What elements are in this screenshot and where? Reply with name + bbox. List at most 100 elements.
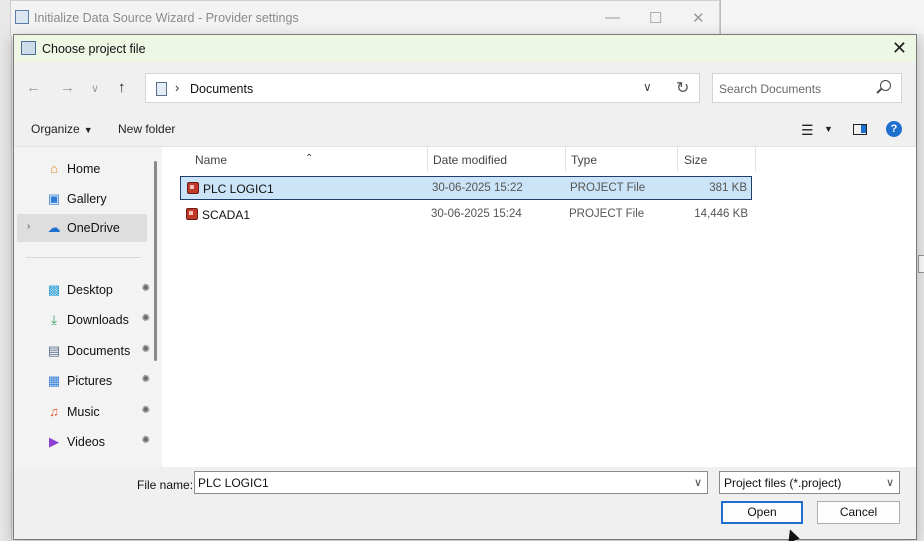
- file-name-label: File name:: [137, 478, 194, 492]
- sidebar-item-desktop[interactable]: ▩ Desktop ✺: [17, 276, 150, 304]
- column-header-name[interactable]: Name ⌃: [195, 147, 427, 172]
- refresh-icon[interactable]: ↻: [676, 78, 689, 98]
- file-name: PLC LOGIC1: [203, 182, 274, 196]
- expand-chevron-icon[interactable]: ›: [27, 221, 30, 232]
- file-type-filter-value: Project files (*.project): [724, 476, 842, 490]
- navigation-pane: ⌂ Home ▣ Gallery › ☁ OneDrive ▩ Desktop …: [14, 147, 162, 467]
- filter-dropdown-icon[interactable]: ∨: [886, 476, 894, 489]
- file-type: PROJECT File: [569, 208, 645, 220]
- pictures-icon: ▦: [47, 373, 61, 388]
- gallery-icon: ▣: [47, 191, 61, 206]
- column-divider[interactable]: [565, 147, 566, 172]
- project-file-icon: [187, 182, 199, 194]
- file-name-field[interactable]: [198, 475, 678, 491]
- sidebar-divider: [26, 257, 141, 258]
- up-arrow-icon[interactable]: ↑: [118, 79, 126, 96]
- sidebar-item-documents[interactable]: ▤ Documents ✺: [17, 337, 150, 365]
- background-window-control: [918, 255, 924, 273]
- onedrive-icon: ☁: [47, 220, 61, 235]
- minimize-icon[interactable]: —: [605, 9, 620, 26]
- choose-file-dialog: Choose project file ✕ ← → ∨ ↑ › Document…: [13, 34, 917, 540]
- pin-icon: ✺: [141, 374, 150, 385]
- sidebar-item-label: OneDrive: [67, 221, 120, 235]
- wizard-close-icon[interactable]: ✕: [692, 9, 705, 27]
- sidebar-item-pictures[interactable]: ▦ Pictures ✺: [17, 367, 150, 395]
- recent-locations-chevron-icon[interactable]: ∨: [91, 82, 99, 95]
- sidebar-item-videos[interactable]: ▶ Videos ✺: [17, 428, 150, 456]
- wizard-title: Initialize Data Source Wizard - Provider…: [34, 11, 299, 25]
- organize-caret-icon: ▼: [83, 125, 93, 135]
- background-window-titlebar: [720, 0, 924, 34]
- search-icon[interactable]: [880, 80, 891, 91]
- back-arrow-icon[interactable]: ←: [26, 79, 41, 96]
- pin-icon: ✺: [141, 313, 150, 324]
- sidebar-item-home[interactable]: ⌂ Home: [17, 155, 147, 183]
- file-type-filter[interactable]: Project files (*.project) ∨: [719, 471, 900, 494]
- sidebar-item-label: Pictures: [67, 374, 113, 388]
- column-header-label: Date modified: [433, 153, 508, 167]
- search-input[interactable]: [719, 80, 869, 97]
- view-options-icon[interactable]: ☰: [801, 122, 814, 139]
- column-divider[interactable]: [677, 147, 678, 172]
- background-window-edge: [0, 0, 12, 541]
- forward-arrow-icon[interactable]: →: [60, 79, 75, 96]
- dialog-body: ⌂ Home ▣ Gallery › ☁ OneDrive ▩ Desktop …: [14, 146, 916, 467]
- column-header-date[interactable]: Date modified: [433, 147, 565, 172]
- file-row[interactable]: SCADA1 30-06-2025 15:24 PROJECT File 14,…: [180, 203, 752, 227]
- wizard-window-titlebar: Initialize Data Source Wizard - Provider…: [10, 0, 720, 36]
- home-icon: ⌂: [50, 161, 58, 176]
- file-type: PROJECT File: [570, 182, 646, 194]
- column-header-size[interactable]: Size: [684, 147, 754, 172]
- file-row[interactable]: PLC LOGIC1 30-06-2025 15:22 PROJECT File…: [180, 176, 752, 200]
- preview-pane-icon[interactable]: [853, 124, 867, 135]
- sidebar-item-label: Documents: [67, 344, 131, 358]
- file-date: 30-06-2025 15:24: [431, 208, 522, 220]
- navigation-scrollbar[interactable]: [154, 161, 157, 361]
- downloads-icon: ⤓: [51, 312, 57, 327]
- breadcrumb-documents[interactable]: Documents: [190, 82, 253, 96]
- sidebar-item-music[interactable]: ♫ Music ✺: [17, 398, 150, 426]
- sidebar-item-gallery[interactable]: ▣ Gallery: [17, 185, 147, 213]
- pin-icon: ✺: [141, 405, 150, 416]
- sidebar-item-downloads[interactable]: ⤓ Downloads ✺: [17, 306, 150, 334]
- dialog-app-icon: [21, 41, 36, 55]
- column-header-label: Size: [684, 153, 708, 167]
- sidebar-item-label: Desktop: [67, 283, 113, 297]
- column-header-type[interactable]: Type: [571, 147, 677, 172]
- new-folder-button[interactable]: New folder: [118, 122, 175, 136]
- file-size: 381 KB: [709, 182, 747, 194]
- pin-icon: ✺: [141, 344, 150, 355]
- dialog-footer: File name: ∨ Project files (*.project) ∨…: [14, 471, 916, 539]
- breadcrumb-separator-icon: ›: [175, 80, 180, 95]
- sidebar-item-label: Home: [67, 162, 101, 176]
- sidebar-item-label: Gallery: [67, 192, 107, 206]
- address-bar[interactable]: › Documents ∨ ↻: [145, 73, 700, 103]
- sidebar-item-label: Videos: [67, 435, 105, 449]
- navigation-bar: ← → ∨ ↑ › Documents ∨ ↻: [14, 73, 916, 105]
- cancel-button[interactable]: Cancel: [817, 501, 900, 524]
- file-name-dropdown-icon[interactable]: ∨: [694, 476, 702, 489]
- pin-icon: ✺: [141, 435, 150, 446]
- maximize-icon[interactable]: ☐: [649, 9, 662, 27]
- file-date: 30-06-2025 15:22: [432, 182, 523, 194]
- music-icon: ♫: [49, 404, 59, 419]
- column-header-label: Type: [571, 153, 598, 167]
- help-icon[interactable]: ?: [886, 121, 902, 137]
- documents-folder-icon: [156, 82, 167, 96]
- search-box[interactable]: [712, 73, 902, 103]
- dialog-title: Choose project file: [42, 42, 146, 56]
- sidebar-item-label: Music: [67, 405, 100, 419]
- file-name-combobox[interactable]: ∨: [194, 471, 708, 494]
- open-button[interactable]: Open: [721, 501, 803, 524]
- sort-ascending-icon: ⌃: [305, 153, 314, 164]
- file-size: 14,446 KB: [694, 208, 748, 220]
- column-divider[interactable]: [755, 147, 756, 172]
- close-icon[interactable]: ✕: [892, 38, 907, 59]
- file-name: SCADA1: [202, 208, 251, 222]
- address-dropdown-icon[interactable]: ∨: [643, 80, 652, 94]
- organize-button[interactable]: Organize ▼: [31, 122, 93, 136]
- sidebar-item-onedrive[interactable]: › ☁ OneDrive: [17, 214, 147, 242]
- view-options-caret-icon[interactable]: ▼: [824, 124, 833, 134]
- column-divider[interactable]: [427, 147, 428, 172]
- videos-icon: ▶: [49, 434, 59, 449]
